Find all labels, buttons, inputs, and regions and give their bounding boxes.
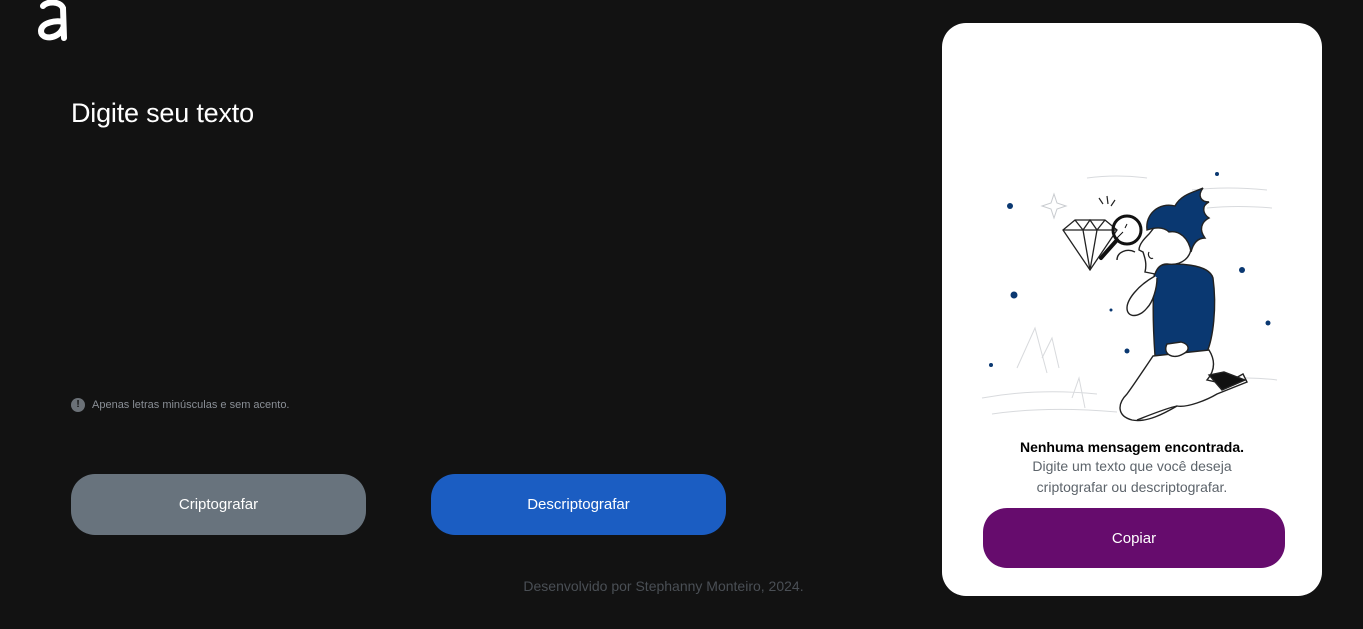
empty-state-title: Nenhuma mensagem encontrada. [1019, 439, 1245, 455]
page: Digite seu texto ! Apenas letras minúscu… [0, 0, 1363, 629]
page-title: Digite seu texto [71, 98, 254, 128]
search-illustration [981, 172, 1278, 422]
encrypt-button[interactable]: Criptografar [71, 474, 366, 535]
output-panel: Nenhuma mensagem encontrada. Digite um t… [942, 23, 1322, 596]
hint-text: Apenas letras minúsculas e sem acento. [92, 399, 290, 411]
alura-logo-icon [36, 0, 70, 44]
empty-state-description: Digite um texto que você deseja criptogr… [1032, 458, 1232, 495]
exclamation-circle-icon: ! [71, 398, 85, 412]
copy-button[interactable]: Copiar [983, 508, 1285, 568]
input-hint: ! Apenas letras minúsculas e sem acento. [71, 398, 290, 412]
decrypt-button[interactable]: Descriptografar [431, 474, 726, 535]
message-input[interactable] [71, 140, 871, 380]
